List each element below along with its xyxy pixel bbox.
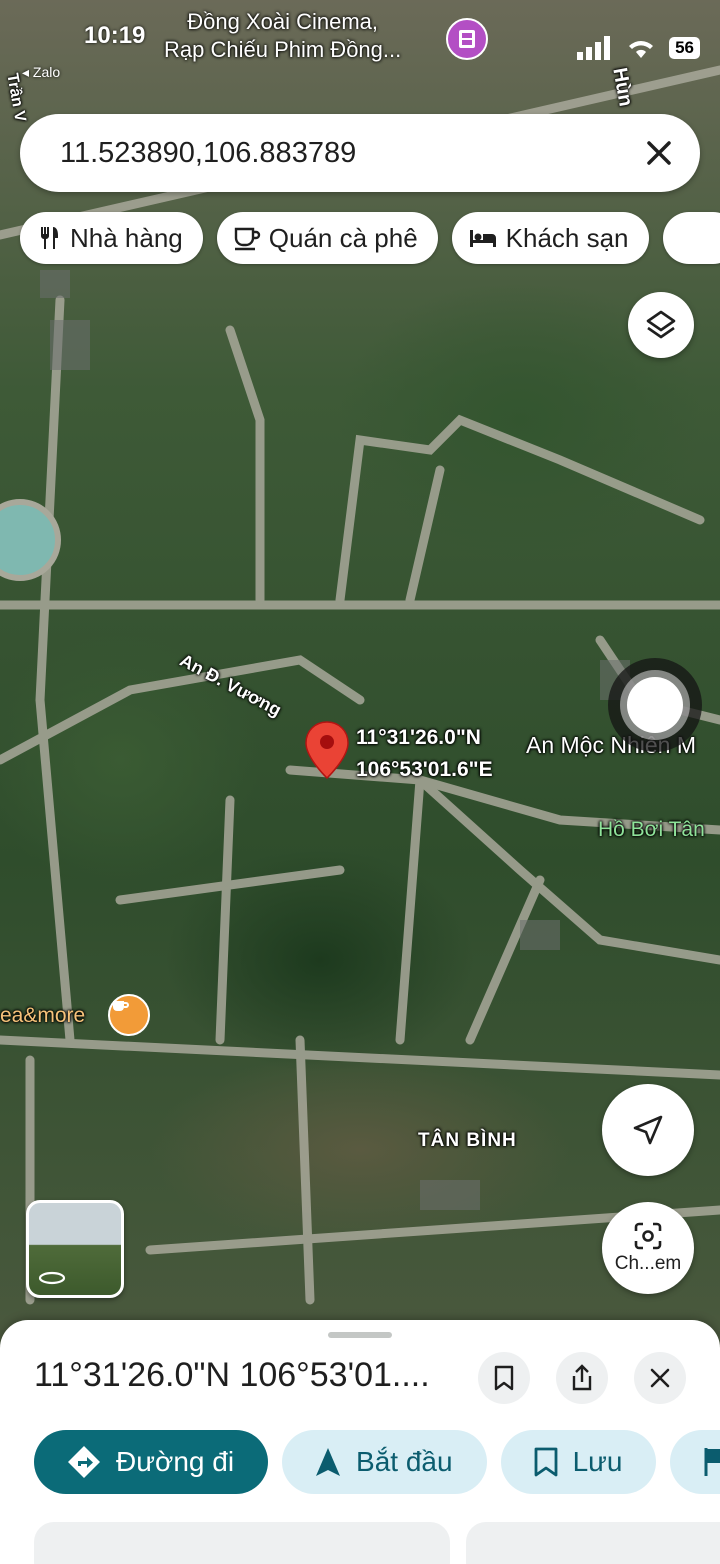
category-chips: Nhà hàng Quán cà phê Khách sạn — [20, 212, 720, 264]
info-card-right[interactable] — [466, 1522, 720, 1564]
bookmark-icon — [534, 1447, 557, 1477]
clear-search-icon[interactable] — [642, 136, 676, 170]
save-bookmark-button[interactable] — [478, 1352, 530, 1404]
my-location-button[interactable] — [602, 1084, 694, 1176]
close-sheet-button[interactable] — [634, 1352, 686, 1404]
sheet-title: 11°31'26.0"N 106°53'01.... — [34, 1356, 430, 1394]
poi-cinema-line2: Rạp Chiếu Phim Đồng... — [164, 37, 402, 62]
camera-lens-button[interactable]: Ch...em — [602, 1202, 694, 1294]
rotate-360-icon — [38, 1271, 66, 1285]
fork-knife-icon — [41, 227, 58, 249]
chip-label: Khách sạn — [505, 222, 629, 253]
layers-button[interactable] — [628, 292, 694, 358]
poi-cinema-line1: Đồng Xoài Cinema, — [187, 9, 378, 34]
share-icon — [572, 1364, 592, 1391]
system-status-icons: 56 — [577, 36, 700, 60]
cinema-film-icon[interactable] — [446, 18, 488, 60]
place-label-tea-more[interactable]: ea&more — [0, 1004, 85, 1028]
search-bar[interactable] — [20, 114, 700, 192]
chip-more[interactable] — [662, 212, 720, 264]
save-button[interactable]: Lưu — [500, 1430, 657, 1494]
chip-restaurants[interactable]: Nhà hàng — [20, 212, 203, 264]
close-icon — [650, 1368, 670, 1388]
status-back-app[interactable]: ◂ Zalo — [22, 64, 60, 81]
street-view-thumbnail[interactable] — [26, 1200, 124, 1298]
navigation-arrow-icon — [316, 1448, 341, 1476]
chip-cafes[interactable]: Quán cà phê — [216, 212, 438, 264]
bed-icon — [469, 230, 496, 247]
battery-icon: 56 — [669, 37, 700, 59]
place-bottom-sheet[interactable]: 11°31'26.0"N 106°53'01.... Đường đi Bắt … — [0, 1320, 720, 1564]
chip-hotels[interactable]: Khách sạn — [451, 212, 649, 264]
navigation-arrow-icon — [633, 1115, 663, 1145]
pin-longitude-label: 106°53'01.6"E — [356, 758, 493, 781]
battery-level: 56 — [675, 38, 694, 57]
action-label: Đường đi — [116, 1446, 235, 1477]
sheet-action-buttons: Đường đi Bắt đầu Lưu T — [34, 1430, 720, 1494]
wifi-icon — [629, 41, 654, 58]
camera-button-label: Ch...em — [614, 1253, 682, 1274]
area-label-tan-binh: TÂN BÌNH — [418, 1130, 517, 1151]
label-button[interactable]: T — [670, 1430, 720, 1494]
action-label: Lưu — [572, 1446, 623, 1477]
camera-lens-icon — [634, 1222, 662, 1250]
start-button[interactable]: Bắt đầu — [282, 1430, 487, 1494]
place-label-ho-boi[interactable]: Hồ Bơi Tân — [598, 818, 705, 842]
flag-icon — [704, 1448, 720, 1476]
share-button[interactable] — [556, 1352, 608, 1404]
coffee-pin-icon[interactable] — [108, 994, 150, 1036]
bookmark-icon — [494, 1365, 514, 1391]
coffee-cup-icon — [234, 227, 260, 251]
info-card-left[interactable] — [34, 1522, 450, 1564]
search-input[interactable] — [58, 132, 622, 174]
poi-cinema-label[interactable]: Đồng Xoài Cinema, Rạp Chiếu Phim Đồng... — [164, 8, 401, 64]
layers-icon — [646, 310, 676, 339]
assistive-touch-button[interactable] — [608, 658, 702, 752]
sheet-drag-handle[interactable] — [328, 1332, 392, 1338]
directions-icon — [68, 1446, 100, 1478]
chip-label: Quán cà phê — [268, 222, 418, 253]
directions-button[interactable]: Đường đi — [34, 1430, 269, 1494]
action-label: Bắt đầu — [356, 1446, 453, 1477]
chip-label: Nhà hàng — [70, 222, 183, 253]
signal-icon — [577, 36, 611, 60]
status-time: 10:19 — [84, 22, 146, 49]
pin-latitude-label: 11°31'26.0"N — [356, 726, 481, 749]
